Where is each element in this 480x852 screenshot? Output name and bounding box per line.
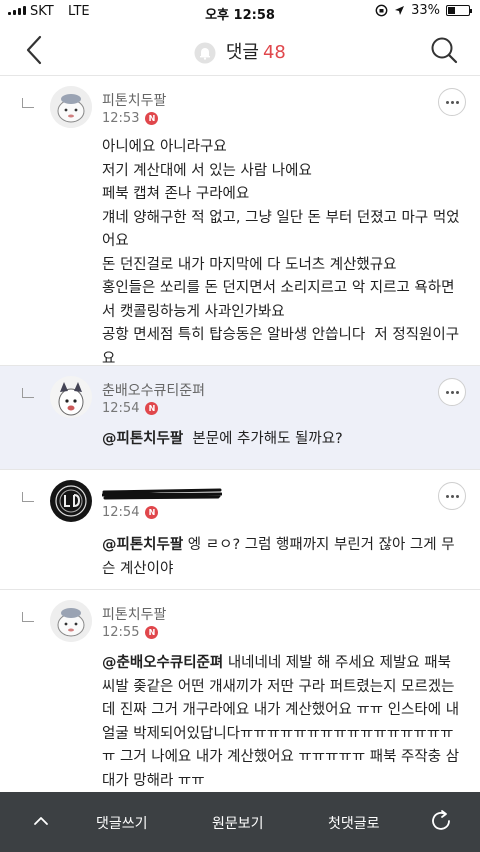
comment-content: 내네네네 제발 해 주세요 제발요 패북 씨발 좆같은 어떤 개새끼가 저딴 구…	[102, 655, 460, 789]
new-badge: N	[145, 626, 159, 639]
comment-meta: 12:54 N	[102, 505, 159, 520]
new-badge: N	[145, 112, 159, 125]
comment-time: 12:54	[102, 505, 140, 520]
comment-item: 춘배오수큐티준펴 12:54 N @피톤치두팔 본문에 추가해도 될까요?	[0, 366, 480, 470]
bell-icon	[194, 42, 216, 64]
avatar	[50, 376, 92, 418]
comment-meta: 12:55 N	[102, 625, 159, 640]
write-comment-button[interactable]: 댓글쓰기	[96, 813, 148, 833]
comment-author-redacted[interactable]	[101, 486, 223, 506]
avatar	[50, 480, 92, 522]
refresh-icon	[432, 810, 450, 830]
title-label: 댓글	[225, 42, 259, 63]
comment-author[interactable]: 춘배오수큐티준펴	[102, 380, 205, 400]
comment-text: @춘배오수큐티준펴 내네네네 제발 해 주세요 제발요 패북 씨발 좆같은 어떤…	[102, 652, 464, 793]
comment-mention[interactable]: @춘배오수큐티준펴	[102, 655, 223, 671]
comment-text: @피톤치두팔 본문에 추가해도 될까요?	[102, 428, 464, 452]
comment-text: 아니에요 아니라구요 저기 계산대에 서 있는 사람 나에요 페북 캡쳐 존나 …	[102, 139, 460, 367]
comment-meta: 12:53 N	[102, 111, 159, 126]
bottom-toolbar: 댓글쓰기 원문보기 첫댓글로	[0, 792, 480, 852]
more-options-button[interactable]	[438, 378, 466, 406]
comment-mention[interactable]: @피톤치두팔	[102, 537, 183, 553]
header: 댓글 48	[0, 24, 480, 76]
comment-item: 12:54 N @피톤치두팔 엥 ㄹㅇ? 그럼 행패까지 부린거 잖아 그게 무…	[0, 470, 480, 590]
comment-content: 본문에 추가해도 될까요?	[183, 431, 343, 447]
avatar	[50, 86, 92, 128]
comment-item: 피톤치두팔 12:55 N @춘배오수큐티준펴 내네네네 제발 해 주세요 제발…	[0, 590, 480, 792]
avatar	[50, 600, 92, 642]
comment-time: 12:55	[102, 625, 140, 640]
comment-time: 12:53	[102, 111, 140, 126]
comment-text: @피톤치두팔 엥 ㄹㅇ? 그럼 행패까지 부린거 잖아 그게 무슨 계산이야	[102, 534, 464, 581]
first-comment-button[interactable]: 첫댓글로	[328, 813, 380, 833]
more-options-button[interactable]	[438, 482, 466, 510]
redaction-scribble	[101, 488, 223, 500]
scroll-top-button[interactable]	[32, 812, 50, 830]
comment-count: 48	[262, 42, 286, 63]
page-title: 댓글 48	[0, 38, 480, 64]
view-original-button[interactable]: 원문보기	[212, 813, 264, 833]
battery-icon	[446, 5, 472, 16]
comment-meta: 12:54 N	[102, 401, 159, 416]
search-icon	[431, 37, 458, 64]
comment-time: 12:54	[102, 401, 140, 416]
battery-percent: 33%	[411, 3, 440, 18]
search-button[interactable]	[428, 34, 460, 66]
reply-indicator-icon	[22, 612, 34, 622]
status-bar: SKT LTE 오후 12:58 33%	[0, 0, 480, 24]
location-icon	[395, 6, 405, 15]
reply-indicator-icon	[22, 388, 34, 398]
comment-item: 피톤치두팔 12:53 N 아니에요 아니라구요 저기 계산대에 서 있는 사람…	[0, 76, 480, 367]
comment-author[interactable]: 피톤치두팔	[102, 90, 166, 110]
reply-indicator-icon	[22, 492, 34, 502]
new-badge: N	[145, 402, 159, 415]
rotation-lock-icon	[375, 4, 388, 17]
refresh-button[interactable]	[428, 808, 454, 834]
reply-indicator-icon	[22, 98, 34, 108]
chevron-up-icon	[34, 817, 48, 825]
new-badge: N	[145, 506, 159, 519]
comment-author[interactable]: 피톤치두팔	[102, 604, 166, 624]
more-options-button[interactable]	[438, 88, 466, 116]
comment-mention[interactable]: @피톤치두팔	[102, 431, 183, 447]
